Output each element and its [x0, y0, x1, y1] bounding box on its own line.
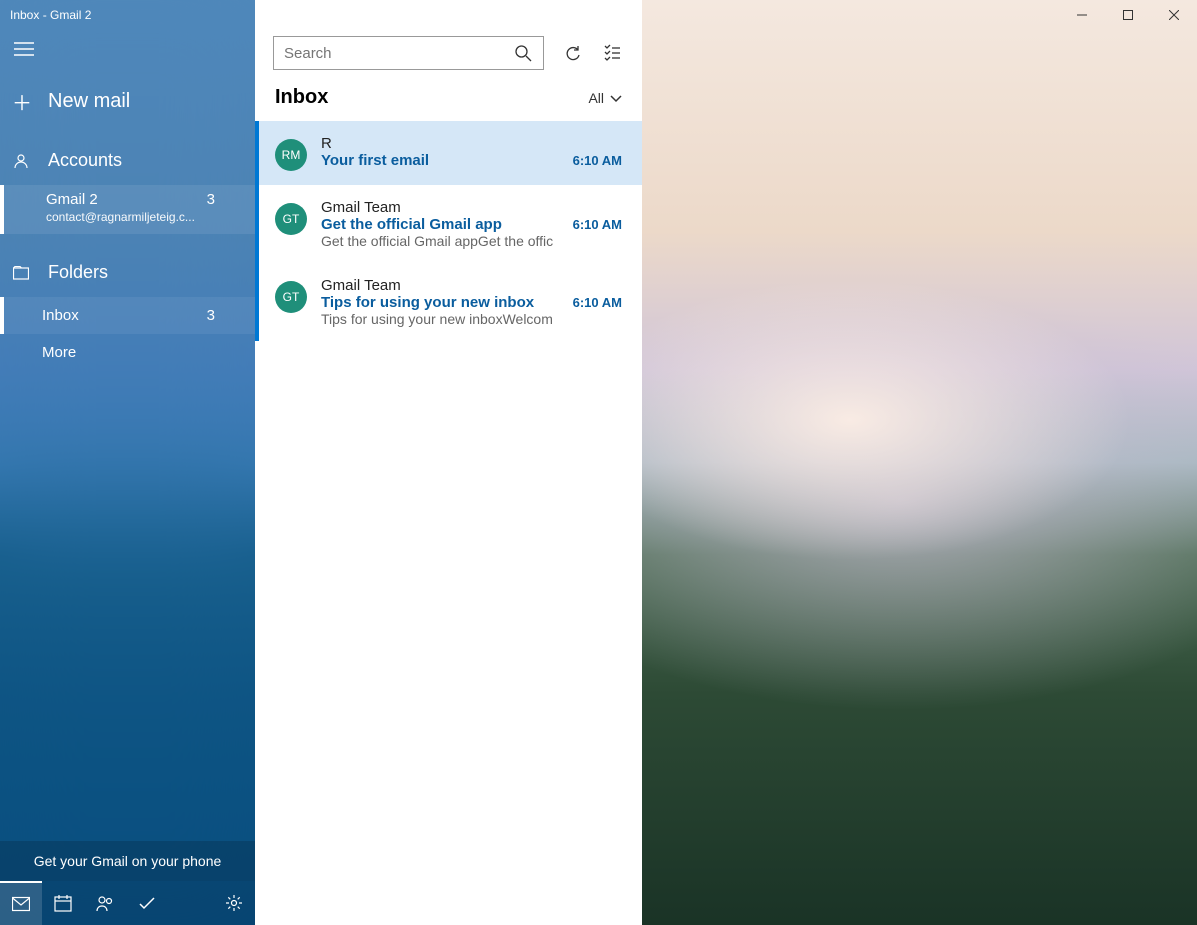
folder-inbox-badge: 3	[207, 307, 215, 324]
account-email: contact@ragnarmiljeteig.c...	[46, 210, 243, 224]
folders-label: Folders	[48, 262, 108, 283]
message-subject: Tips for using your new inbox	[321, 294, 534, 311]
folder-more-label: More	[42, 344, 76, 361]
new-mail-button[interactable]: ＋ New mail	[0, 73, 255, 136]
folder-inbox[interactable]: Inbox 3	[0, 297, 255, 334]
titlebar: Inbox - Gmail 2	[0, 0, 1197, 30]
nav-todo-button[interactable]	[126, 881, 168, 925]
close-button[interactable]	[1151, 0, 1197, 30]
plus-icon: ＋	[12, 87, 30, 116]
message-subject: Your first email	[321, 152, 429, 169]
window-title: Inbox - Gmail 2	[0, 8, 91, 22]
account-item[interactable]: Gmail 2 3 contact@ragnarmiljeteig.c...	[0, 185, 255, 234]
filter-label: All	[588, 90, 604, 106]
folder-more[interactable]: More	[0, 334, 255, 371]
message-item[interactable]: GT Gmail Team Get the official Gmail app…	[255, 185, 642, 263]
message-sender: Gmail Team	[321, 277, 622, 294]
account-badge: 3	[207, 191, 215, 208]
message-item[interactable]: RM R Your first email 6:10 AM	[255, 121, 642, 185]
maximize-button[interactable]	[1105, 0, 1151, 30]
hamburger-button[interactable]	[0, 30, 255, 73]
list-toolbar	[255, 30, 642, 76]
account-name-label: Gmail 2	[46, 191, 98, 208]
nav-people-button[interactable]	[84, 881, 126, 925]
message-sender: Gmail Team	[321, 199, 622, 216]
filter-dropdown[interactable]: All	[588, 90, 622, 106]
message-list: RM R Your first email 6:10 AM GT Gmail T…	[255, 121, 642, 925]
search-input[interactable]	[284, 45, 511, 62]
message-time: 6:10 AM	[573, 153, 622, 168]
avatar: RM	[275, 139, 307, 171]
accounts-header[interactable]: Accounts	[0, 136, 255, 185]
minimize-button[interactable]	[1059, 0, 1105, 30]
message-preview: Tips for using your new inboxWelcom	[321, 311, 622, 327]
message-time: 6:10 AM	[573, 295, 622, 310]
message-list-pane: Inbox All RM R Your first email 6:10 AM …	[255, 0, 642, 925]
accounts-label: Accounts	[48, 150, 122, 171]
window-controls	[1059, 0, 1197, 30]
avatar: GT	[275, 203, 307, 235]
promo-text: Get your Gmail on your phone	[34, 853, 222, 869]
select-mode-button[interactable]	[600, 41, 624, 65]
avatar: GT	[275, 281, 307, 313]
chevron-down-icon	[610, 90, 622, 106]
folder-inbox-label: Inbox	[42, 307, 79, 324]
nav-mail-button[interactable]	[0, 881, 42, 925]
sidebar: ＋ New mail Accounts Gmail 2 3 contact@ra…	[0, 0, 255, 925]
search-box[interactable]	[273, 36, 544, 70]
search-icon[interactable]	[511, 41, 535, 65]
nav-calendar-button[interactable]	[42, 881, 84, 925]
new-mail-label: New mail	[48, 90, 130, 113]
bottom-nav	[0, 881, 255, 925]
message-sender: R	[321, 135, 622, 152]
message-subject: Get the official Gmail app	[321, 216, 502, 233]
folder-icon	[12, 266, 30, 280]
list-header: Inbox All	[255, 76, 642, 121]
folders-header[interactable]: Folders	[0, 248, 255, 297]
promo-banner[interactable]: Get your Gmail on your phone	[0, 841, 255, 881]
reading-pane	[642, 0, 1197, 925]
message-item[interactable]: GT Gmail Team Tips for using your new in…	[255, 263, 642, 341]
nav-settings-button[interactable]	[213, 881, 255, 925]
list-title: Inbox	[275, 86, 328, 109]
person-icon	[12, 153, 30, 169]
message-preview: Get the official Gmail appGet the offic	[321, 233, 622, 249]
message-time: 6:10 AM	[573, 217, 622, 232]
sync-button[interactable]	[560, 41, 584, 65]
